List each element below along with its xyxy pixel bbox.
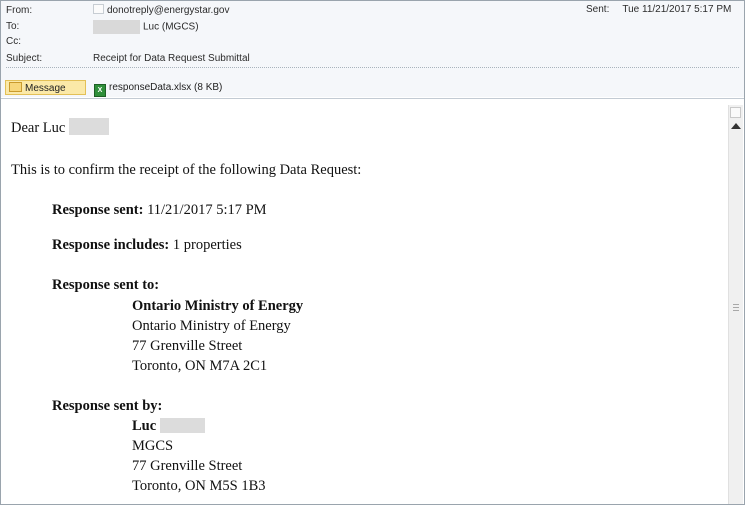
response-sent-line: Response sent: 11/21/2017 5:17 PM — [52, 202, 267, 219]
excel-file-icon: X — [94, 84, 106, 97]
sent-label: Sent: — [586, 4, 610, 15]
contact-card-icon — [93, 4, 104, 14]
cc-label: Cc: — [6, 36, 21, 47]
sent-to-label: Response sent to: — [52, 277, 160, 293]
from-value[interactable]: donotreply@energystar.gov — [93, 4, 229, 18]
subject-value: Receipt for Data Request Submittal — [93, 53, 250, 64]
sent-to-street: 77 Grenville Street — [132, 338, 243, 354]
message-tabs: Message XresponseData.xlsx (8 KB) — [1, 79, 744, 97]
view-icon[interactable] — [730, 107, 741, 118]
subject-label: Subject: — [6, 53, 43, 64]
response-includes-value: 1 properties — [172, 237, 242, 253]
sent-info: Sent: Tue 11/21/2017 5:17 PM — [586, 4, 731, 15]
redacted-surname — [68, 118, 109, 135]
tabs-divider — [1, 98, 744, 99]
arrow-up-icon[interactable] — [731, 123, 741, 129]
tab-message[interactable]: Message — [5, 80, 86, 95]
sent-to-org-bold: Ontario Ministry of Energy — [132, 298, 304, 314]
message-body[interactable]: Dear Luc This is to confirm the receipt … — [2, 100, 726, 504]
attachment-label: responseData.xlsx (8 KB) — [109, 82, 223, 93]
sent-value: Tue 11/21/2017 5:17 PM — [622, 4, 732, 15]
from-address[interactable]: donotreply@energystar.gov — [107, 5, 229, 16]
response-includes-label: Response includes: — [52, 237, 170, 253]
header-divider — [6, 67, 739, 68]
redacted-name — [93, 20, 140, 34]
tab-message-label: Message — [25, 83, 66, 94]
response-includes-line: Response includes: 1 properties — [52, 237, 242, 254]
vertical-scrollbar[interactable] — [728, 105, 743, 504]
sent-by-city: Toronto, ON M5S 1B3 — [132, 478, 266, 494]
to-value[interactable]: Luc (MGCS) — [93, 20, 199, 35]
greeting: Dear Luc — [11, 118, 109, 137]
sent-by-name: Luc — [132, 418, 157, 434]
scroll-grip[interactable] — [733, 304, 739, 313]
sent-to-org: Ontario Ministry of Energy — [132, 318, 291, 334]
sent-by-street: 77 Grenville Street — [132, 458, 243, 474]
response-sent-value: 11/21/2017 5:17 PM — [147, 202, 267, 218]
to-label: To: — [6, 21, 20, 32]
email-window: From: donotreply@energystar.gov To: Luc … — [0, 0, 745, 505]
greeting-text: Dear Luc — [11, 120, 66, 136]
email-header: From: donotreply@energystar.gov To: Luc … — [1, 1, 744, 79]
response-sent-label: Response sent: — [52, 202, 144, 218]
envelope-icon — [9, 82, 22, 92]
sent-by-label: Response sent by: — [52, 398, 163, 414]
sent-by-org: MGCS — [132, 438, 174, 454]
intro-text: This is to confirm the receipt of the fo… — [11, 162, 362, 178]
sent-by-name-line: Luc — [132, 418, 205, 435]
from-label: From: — [6, 5, 33, 16]
sent-to-city: Toronto, ON M7A 2C1 — [132, 358, 268, 374]
attachment-tab[interactable]: XresponseData.xlsx (8 KB) — [94, 80, 223, 97]
redacted-sender-surname — [159, 418, 205, 433]
to-recipient[interactable]: Luc (MGCS) — [143, 22, 199, 33]
